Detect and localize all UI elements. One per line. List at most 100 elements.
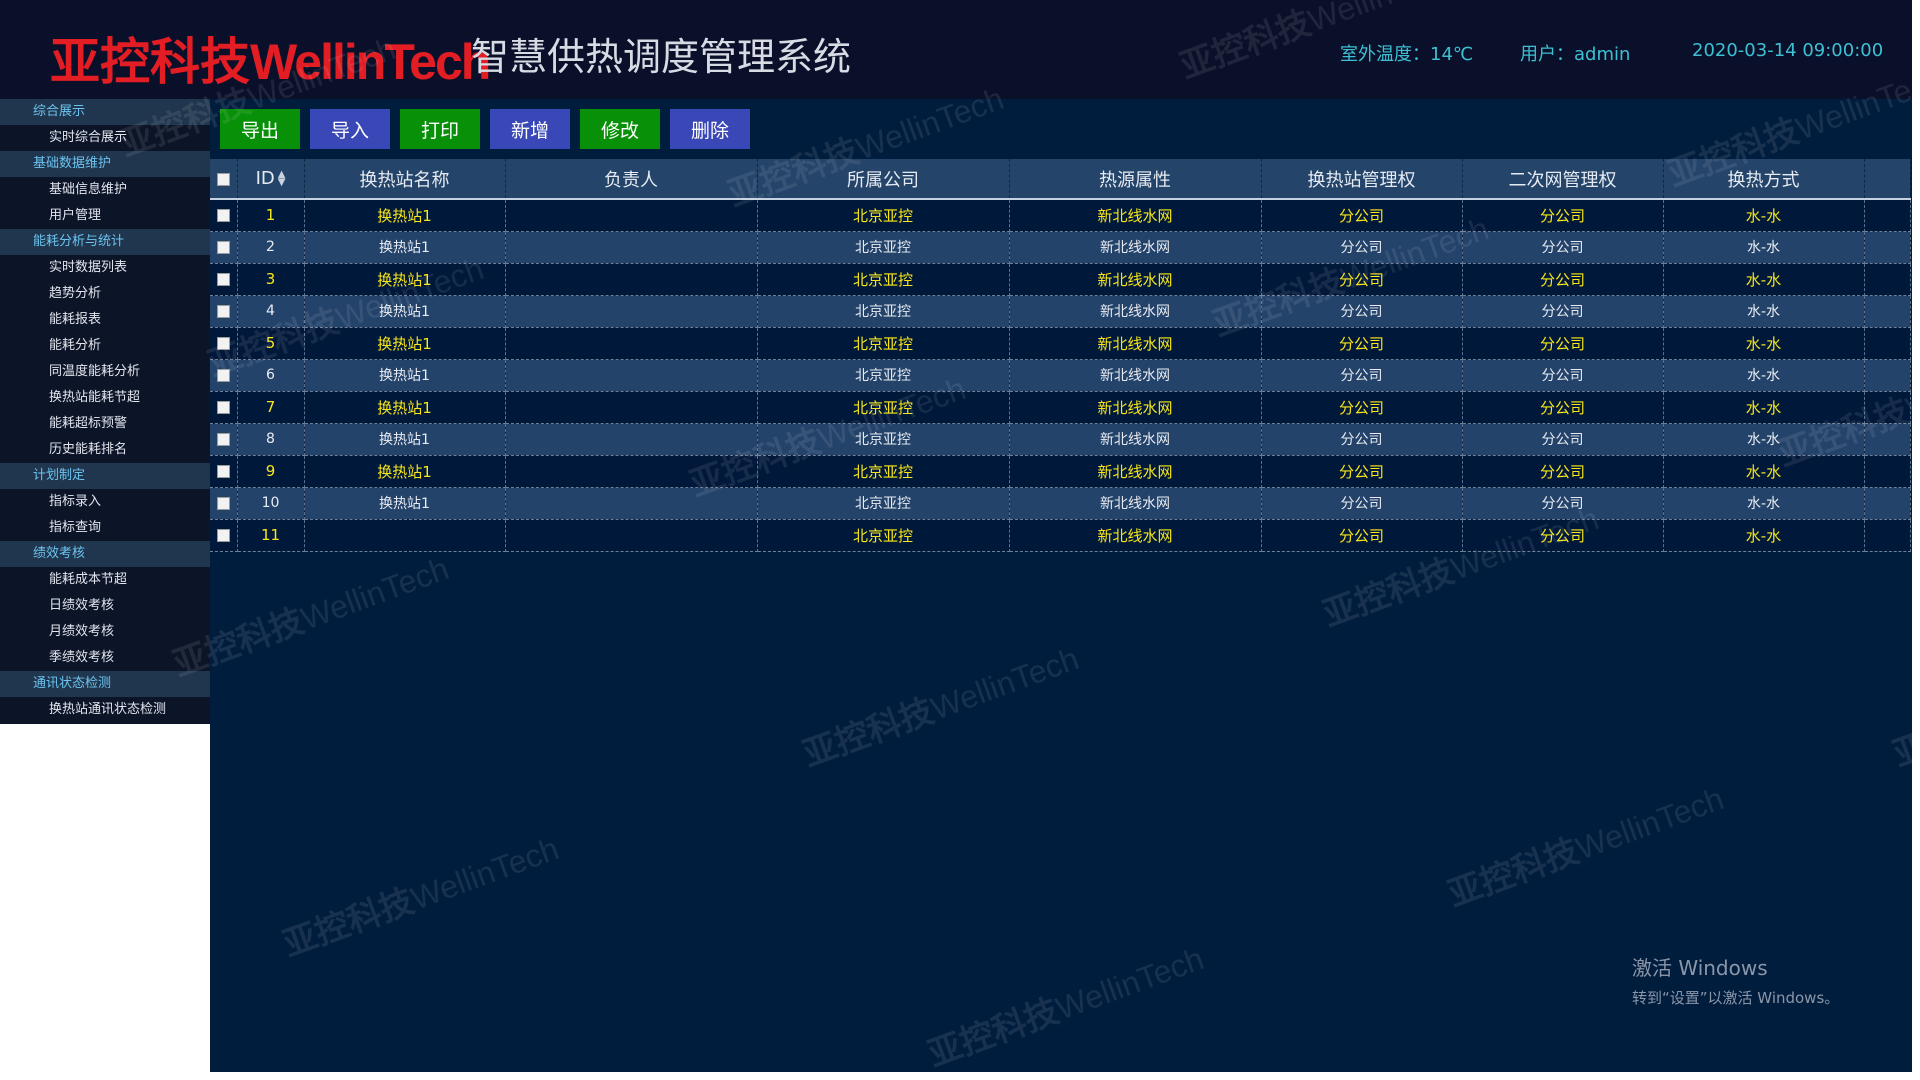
sidebar-item[interactable]: 能耗分析 [0, 333, 210, 359]
sidebar-item[interactable]: 指标录入 [0, 489, 210, 515]
sidebar-item[interactable]: 能耗超标预警 [0, 411, 210, 437]
sidebar-item[interactable]: 历史能耗排名 [0, 437, 210, 463]
sidebar-item[interactable]: 趋势分析 [0, 281, 210, 307]
select-all-cell [210, 159, 238, 200]
spacer-cell [1864, 423, 1911, 456]
name-cell: 换热站1 [304, 327, 506, 360]
sidebar-item[interactable]: 基础信息维护 [0, 177, 210, 203]
delete-button[interactable]: 删除 [670, 109, 750, 149]
sidebar-group[interactable]: 绩效考核 [0, 541, 210, 567]
column-header-source: 热源属性 [1009, 159, 1262, 200]
row-checkbox[interactable] [216, 337, 230, 350]
row-checkbox[interactable] [216, 529, 230, 542]
sidebar-item[interactable]: 实时综合展示 [0, 125, 210, 151]
name-cell [304, 519, 506, 552]
sidebar-item[interactable]: 换热站能耗节超 [0, 385, 210, 411]
export-button[interactable]: 导出 [220, 109, 300, 149]
add-button[interactable]: 新增 [490, 109, 570, 149]
network-mgmt-cell: 分公司 [1462, 199, 1664, 232]
row-checkbox[interactable] [216, 465, 230, 478]
row-select-cell [210, 295, 238, 328]
table-row[interactable]: 10 换热站1 北京亚控 新北线水网 分公司 分公司 水-水 [210, 487, 1911, 520]
current-datetime: 2020-03-14 09:00:00 [1692, 40, 1884, 61]
table-row[interactable]: 5 换热站1 北京亚控 新北线水网 分公司 分公司 水-水 [210, 327, 1911, 360]
table-row[interactable]: 7 换热站1 北京亚控 新北线水网 分公司 分公司 水-水 [210, 391, 1911, 424]
sidebar-item[interactable]: 换热站通讯状态检测 [0, 697, 210, 723]
row-checkbox[interactable] [216, 432, 230, 446]
station-mgmt-cell: 分公司 [1261, 423, 1463, 456]
toolbar: 导出 导入 打印 新增 修改 删除 [220, 109, 750, 149]
sidebar-item[interactable]: 季绩效考核 [0, 645, 210, 671]
table-row[interactable]: 1 换热站1 北京亚控 新北线水网 分公司 分公司 水-水 [210, 199, 1911, 232]
sidebar-item[interactable]: 指标查询 [0, 515, 210, 541]
network-mgmt-cell: 分公司 [1462, 359, 1664, 392]
owner-cell [505, 295, 758, 328]
row-checkbox[interactable] [216, 304, 230, 318]
right-edge [1912, 0, 1920, 1080]
spacer-cell [1864, 231, 1911, 264]
column-header-spacer [1864, 159, 1911, 200]
sidebar-item[interactable]: 同温度能耗分析 [0, 359, 210, 385]
sidebar-group[interactable]: 通讯状态检测 [0, 671, 210, 697]
sidebar-item[interactable]: 实时数据列表 [0, 255, 210, 281]
row-checkbox[interactable] [216, 368, 230, 382]
row-select-cell [210, 391, 238, 424]
table-row[interactable]: 11 北京亚控 新北线水网 分公司 分公司 水-水 [210, 519, 1911, 552]
sidebar-item[interactable]: 能耗报表 [0, 307, 210, 333]
sidebar-nav: 综合展示 实时综合展示 基础数据维护 基础信息维护 用户管理 能耗分析与统计 实时数据列表趋… [0, 99, 210, 724]
network-mgmt-cell: 分公司 [1462, 327, 1664, 360]
column-header-network-mgmt: 二次网管理权 [1462, 159, 1664, 200]
table-row[interactable]: 3 换热站1 北京亚控 新北线水网 分公司 分公司 水-水 [210, 263, 1911, 296]
print-button[interactable]: 打印 [400, 109, 480, 149]
current-user[interactable]: 用户：admin [1520, 40, 1630, 66]
row-select-cell [210, 327, 238, 360]
id-cell: 4 [237, 295, 305, 328]
sidebar-group[interactable]: 计划制定 [0, 463, 210, 489]
source-cell: 新北线水网 [1009, 263, 1262, 296]
sort-icon[interactable]: ▲ ▼ [278, 170, 286, 188]
row-checkbox[interactable] [216, 240, 230, 254]
sidebar-item[interactable]: 用户管理 [0, 203, 210, 229]
id-cell: 7 [237, 391, 305, 424]
sidebar-item[interactable]: 日绩效考核 [0, 593, 210, 619]
sidebar-group[interactable]: 基础数据维护 [0, 151, 210, 177]
edit-button[interactable]: 修改 [580, 109, 660, 149]
table-row[interactable]: 6 换热站1 北京亚控 新北线水网 分公司 分公司 水-水 [210, 359, 1911, 392]
row-select-cell [210, 455, 238, 488]
table-row[interactable]: 4 换热站1 北京亚控 新北线水网 分公司 分公司 水-水 [210, 295, 1911, 328]
company-cell: 北京亚控 [757, 455, 1010, 488]
table-row[interactable]: 2 换热站1 北京亚控 新北线水网 分公司 分公司 水-水 [210, 231, 1911, 264]
mode-cell: 水-水 [1663, 455, 1865, 488]
station-mgmt-cell: 分公司 [1261, 199, 1463, 232]
sidebar-item[interactable]: 能耗成本节超 [0, 567, 210, 593]
row-checkbox[interactable] [216, 273, 230, 286]
import-button[interactable]: 导入 [310, 109, 390, 149]
network-mgmt-cell: 分公司 [1462, 263, 1664, 296]
company-logo: 亚控科技WellinTech [50, 22, 491, 94]
id-cell: 6 [237, 359, 305, 392]
table-row[interactable]: 9 换热站1 北京亚控 新北线水网 分公司 分公司 水-水 [210, 455, 1911, 488]
id-cell: 10 [237, 487, 305, 520]
column-header-name: 换热站名称 [304, 159, 506, 200]
sidebar-item[interactable]: 月绩效考核 [0, 619, 210, 645]
name-cell: 换热站1 [304, 391, 506, 424]
row-checkbox[interactable] [216, 209, 230, 223]
sidebar-group[interactable]: 综合展示 [0, 99, 210, 125]
column-header-company: 所属公司 [757, 159, 1010, 200]
row-select-cell [210, 231, 238, 264]
column-header-owner: 负责人 [505, 159, 758, 200]
table-row[interactable]: 8 换热站1 北京亚控 新北线水网 分公司 分公司 水-水 [210, 423, 1911, 456]
mode-cell: 水-水 [1663, 519, 1865, 552]
row-checkbox[interactable] [216, 401, 230, 414]
company-cell: 北京亚控 [757, 327, 1010, 360]
owner-cell [505, 423, 758, 456]
source-cell: 新北线水网 [1009, 519, 1262, 552]
sidebar-group[interactable]: 能耗分析与统计 [0, 229, 210, 255]
table-body: 1 换热站1 北京亚控 新北线水网 分公司 分公司 水-水 2 换热站1 北京亚控 新北线水网 分公司… [210, 199, 1911, 552]
select-all-checkbox[interactable] [216, 172, 230, 186]
column-header-id[interactable]: ID ▲ ▼ [237, 159, 305, 200]
row-checkbox[interactable] [216, 496, 230, 510]
mode-cell: 水-水 [1663, 295, 1865, 328]
row-select-cell [210, 519, 238, 552]
station-table-container: ID ▲ ▼ 换热站名称 负责人 所属公司 热源属性 换热站管理权 二次网管理权 换… [210, 159, 1911, 552]
